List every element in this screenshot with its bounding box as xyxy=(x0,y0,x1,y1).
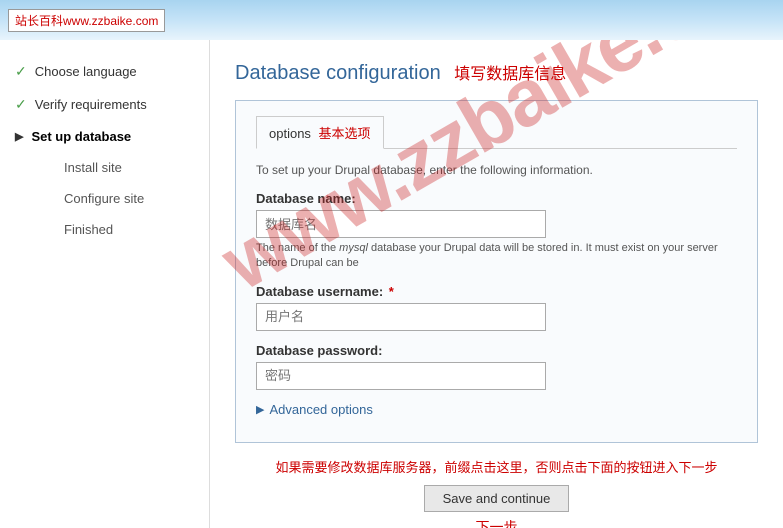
required-mark: * xyxy=(389,284,394,299)
sidebar-label-install-site: Install site xyxy=(64,160,122,175)
page-title-cn: 填写数据库信息 xyxy=(454,66,566,83)
sidebar-label-verify-requirements: Verify requirements xyxy=(35,97,147,112)
sidebar-item-install-site[interactable]: Install site xyxy=(0,152,209,183)
save-continue-button[interactable]: Save and continue xyxy=(424,485,570,512)
next-step-label: 下一步 xyxy=(235,517,758,528)
section-tabs: options 基本选项 xyxy=(256,116,737,149)
tab-basic-options[interactable]: options 基本选项 xyxy=(256,116,384,149)
top-banner: 站长百科www.zzbaike.com xyxy=(0,0,783,40)
db-password-group: Database password: xyxy=(256,343,737,390)
db-name-input[interactable] xyxy=(256,210,546,238)
db-name-group: Database name: The name of the mysql dat… xyxy=(256,191,737,272)
sidebar-label-finished: Finished xyxy=(64,222,113,237)
db-password-label-text: Database password: xyxy=(256,343,382,358)
check-icon: ✓ xyxy=(15,63,27,80)
advanced-options[interactable]: ▶ Advanced options xyxy=(256,402,737,417)
sidebar-item-set-up-database[interactable]: ▶ Set up database xyxy=(0,121,209,152)
save-button-wrap: Save and continue xyxy=(235,485,758,512)
info-text: 如果需要修改数据库服务器，前缀点击这里，否则点击下面的按钮进入下一步 xyxy=(235,458,758,478)
sidebar-label-set-up-database: Set up database xyxy=(31,129,131,144)
check-icon-2: ✓ xyxy=(15,96,27,113)
db-username-label: Database username: * xyxy=(256,284,737,299)
sidebar: ✓ Choose language ✓ Verify requirements … xyxy=(0,40,210,528)
db-username-label-text: Database username: xyxy=(256,284,383,299)
banner-label: 站长百科www.zzbaike.com xyxy=(8,9,165,32)
page-title-en: Database configuration xyxy=(235,62,441,84)
form-description: To set up your Drupal database, enter th… xyxy=(256,161,737,179)
db-username-group: Database username: * xyxy=(256,284,737,331)
sidebar-item-verify-requirements[interactable]: ✓ Verify requirements xyxy=(0,88,209,121)
main-content: Database configuration 填写数据库信息 www.zzbai… xyxy=(210,40,783,528)
arrow-icon: ▶ xyxy=(15,130,23,143)
sidebar-label-configure-site: Configure site xyxy=(64,191,144,206)
db-username-input[interactable] xyxy=(256,303,546,331)
sidebar-item-choose-language[interactable]: ✓ Choose language xyxy=(0,55,209,88)
db-password-label: Database password: xyxy=(256,343,737,358)
db-password-input[interactable] xyxy=(256,362,546,390)
sidebar-item-finished[interactable]: Finished xyxy=(0,214,209,245)
tab-options-label: options xyxy=(269,126,311,141)
db-name-hint: The name of the mysql database your Drup… xyxy=(256,241,737,272)
sidebar-label-choose-language: Choose language xyxy=(35,64,137,79)
arrow-right-icon: ▶ xyxy=(256,403,264,416)
db-name-label-text: Database name: xyxy=(256,191,356,206)
tab-cn-label: 基本选项 xyxy=(319,126,371,141)
advanced-options-label: Advanced options xyxy=(269,402,372,417)
page-title: Database configuration 填写数据库信息 xyxy=(235,60,758,85)
form-section: www.zzbaike.com options 基本选项 To set up y… xyxy=(235,100,758,443)
db-name-label: Database name: xyxy=(256,191,737,206)
sidebar-item-configure-site[interactable]: Configure site xyxy=(0,183,209,214)
